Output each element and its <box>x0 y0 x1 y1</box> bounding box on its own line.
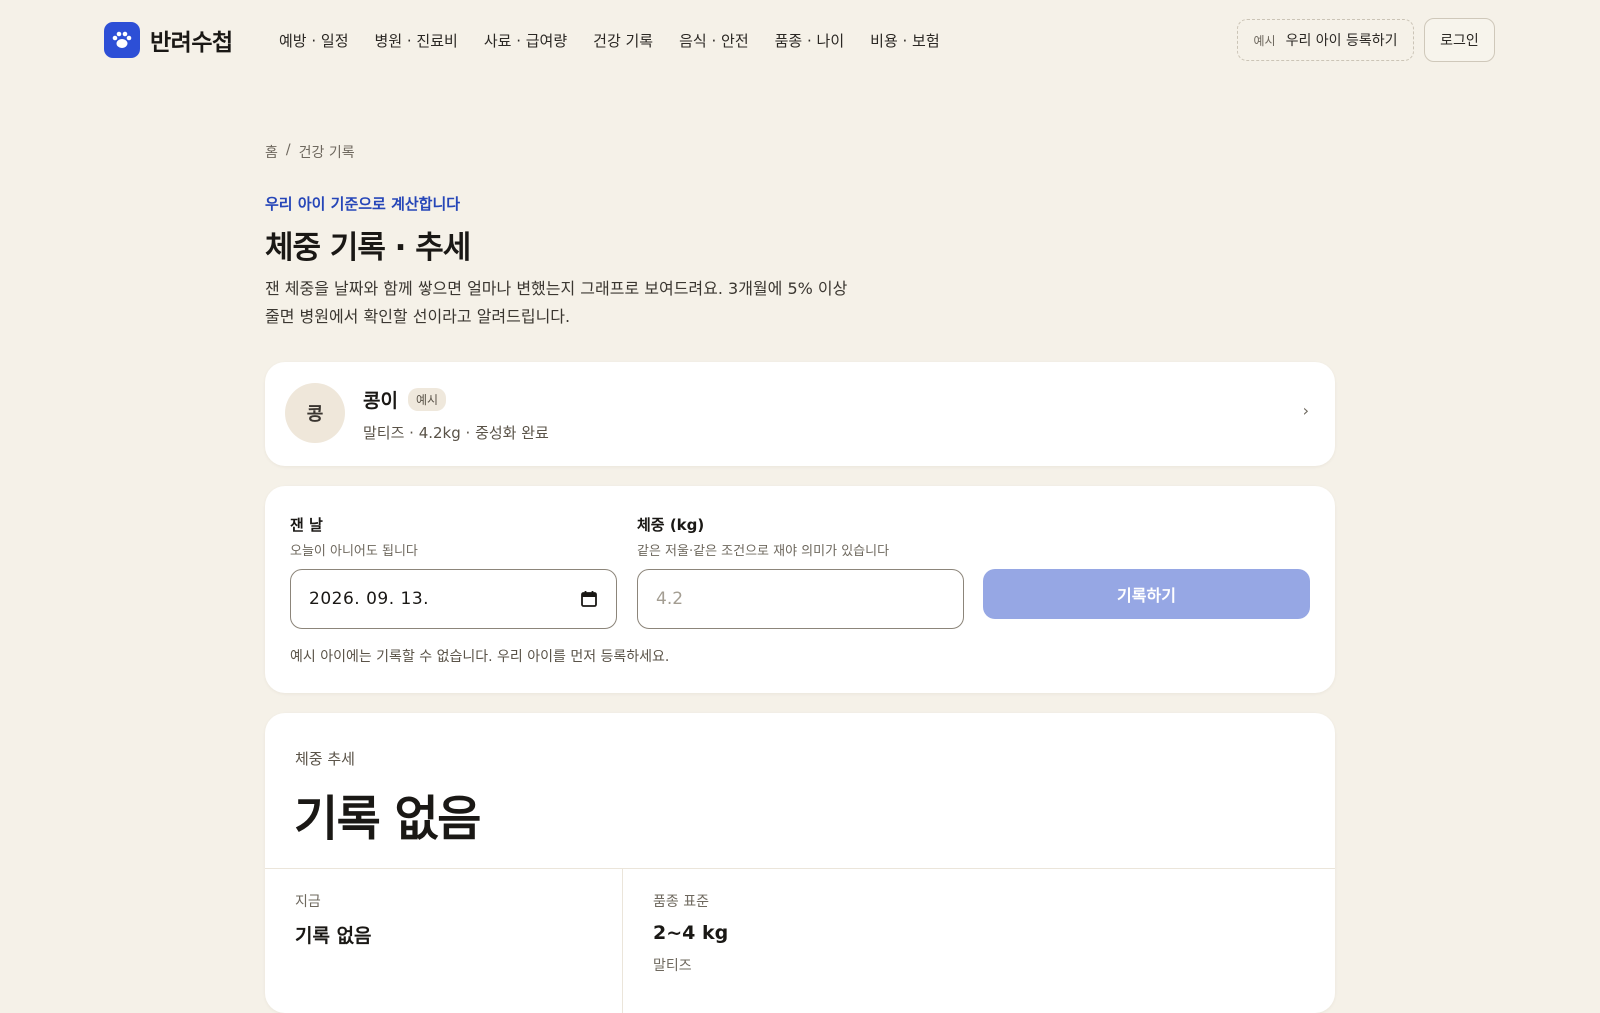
breed-standard-value: 2~4 kg <box>653 922 729 944</box>
sample-tag: 예시 <box>1253 33 1276 48</box>
nav-item-hospital[interactable]: 병원 · 진료비 <box>375 30 458 51</box>
breadcrumb-current: 건강 기록 <box>298 145 355 161</box>
pet-name-row: 콩이 예시 <box>363 386 447 413</box>
top-navigation-bar: 반려수첩 예방 · 일정 병원 · 진료비 사료 · 급여량 건강 기록 음식 … <box>0 0 1600 80</box>
submit-record-button[interactable]: 기록하기 <box>983 569 1310 619</box>
weight-field[interactable]: 4.2 <box>637 569 964 629</box>
nav-item-cost-insurance[interactable]: 비용 · 보험 <box>870 30 940 51</box>
register-pet-button[interactable]: 예시 우리 아이 등록하기 <box>1237 19 1414 61</box>
breed-standard-label: 품종 표준 <box>653 894 709 910</box>
pet-profile-card[interactable]: 콩 콩이 예시 말티즈 · 4.2kg · 중성화 완료 › <box>265 362 1335 466</box>
nav-item-breed-age[interactable]: 품종 · 나이 <box>775 30 845 51</box>
date-field-hint: 오늘이 아니어도 됩니다 <box>290 544 418 559</box>
nav-item-food-safety[interactable]: 음식 · 안전 <box>679 30 749 51</box>
breadcrumb: 홈 / 건강 기록 <box>265 142 355 162</box>
breadcrumb-separator: / <box>285 142 291 158</box>
page-description: 잰 체중을 날짜와 함께 쌓으면 얼마나 변했는지 그래프로 보여드려요. 3개… <box>265 275 865 331</box>
register-pet-label: 우리 아이 등록하기 <box>1285 33 1398 49</box>
main-nav: 예방 · 일정 병원 · 진료비 사료 · 급여량 건강 기록 음식 · 안전 … <box>279 28 940 52</box>
divider <box>622 869 623 1013</box>
trend-label: 체중 추세 <box>295 750 355 768</box>
weight-entry-form: 잰 날 오늘이 아니어도 됩니다 2026. 09. 13. 체중 (kg) 같… <box>265 486 1335 693</box>
breed-standard-breed: 말티즈 <box>653 958 692 974</box>
form-note: 예시 아이에는 기록할 수 없습니다. 우리 아이를 먼저 등록하세요. <box>290 649 670 665</box>
login-button[interactable]: 로그인 <box>1424 18 1495 62</box>
weight-placeholder: 4.2 <box>656 589 684 609</box>
nav-item-health-record[interactable]: 건강 기록 <box>593 30 653 51</box>
paw-icon <box>104 22 140 58</box>
current-weight-value: 기록 없음 <box>295 925 372 947</box>
weight-field-label: 체중 (kg) <box>637 516 705 534</box>
calendar-icon[interactable] <box>580 590 598 608</box>
trend-status: 기록 없음 <box>294 791 481 847</box>
page-description-line1: 잰 체중을 날짜와 함께 쌓으면 얼마나 변했는지 그래프로 보여드려요. 3개… <box>265 279 848 298</box>
pet-meta: 말티즈 · 4.2kg · 중성화 완료 <box>363 424 549 442</box>
brand-home-link[interactable]: 반려수첩 <box>104 22 233 58</box>
page-title: 체중 기록 · 추세 <box>265 230 471 266</box>
avatar: 콩 <box>285 383 345 443</box>
sample-badge: 예시 <box>407 388 447 411</box>
nav-item-prevention[interactable]: 예방 · 일정 <box>279 30 349 51</box>
page-eyebrow: 우리 아이 기준으로 계산합니다 <box>265 195 461 213</box>
page-description-line2: 줄면 병원에서 확인할 선이라고 알려드립니다. <box>265 307 571 326</box>
date-field[interactable]: 2026. 09. 13. <box>290 569 617 629</box>
nav-item-feeding[interactable]: 사료 · 급여량 <box>484 30 567 51</box>
current-weight-label: 지금 <box>295 894 321 910</box>
brand-name: 반려수첩 <box>150 30 233 56</box>
breadcrumb-home[interactable]: 홈 <box>265 142 278 162</box>
chevron-right-icon: › <box>1302 401 1309 420</box>
divider <box>265 868 1335 869</box>
date-field-label: 잰 날 <box>290 516 323 534</box>
pet-name: 콩이 <box>363 390 398 412</box>
date-value: 2026. 09. 13. <box>309 589 430 609</box>
weight-trend-card: 체중 추세 기록 없음 지금 기록 없음 품종 표준 2~4 kg 말티즈 <box>265 713 1335 1013</box>
weight-field-hint: 같은 저울·같은 조건으로 재야 의미가 있습니다 <box>637 544 890 559</box>
